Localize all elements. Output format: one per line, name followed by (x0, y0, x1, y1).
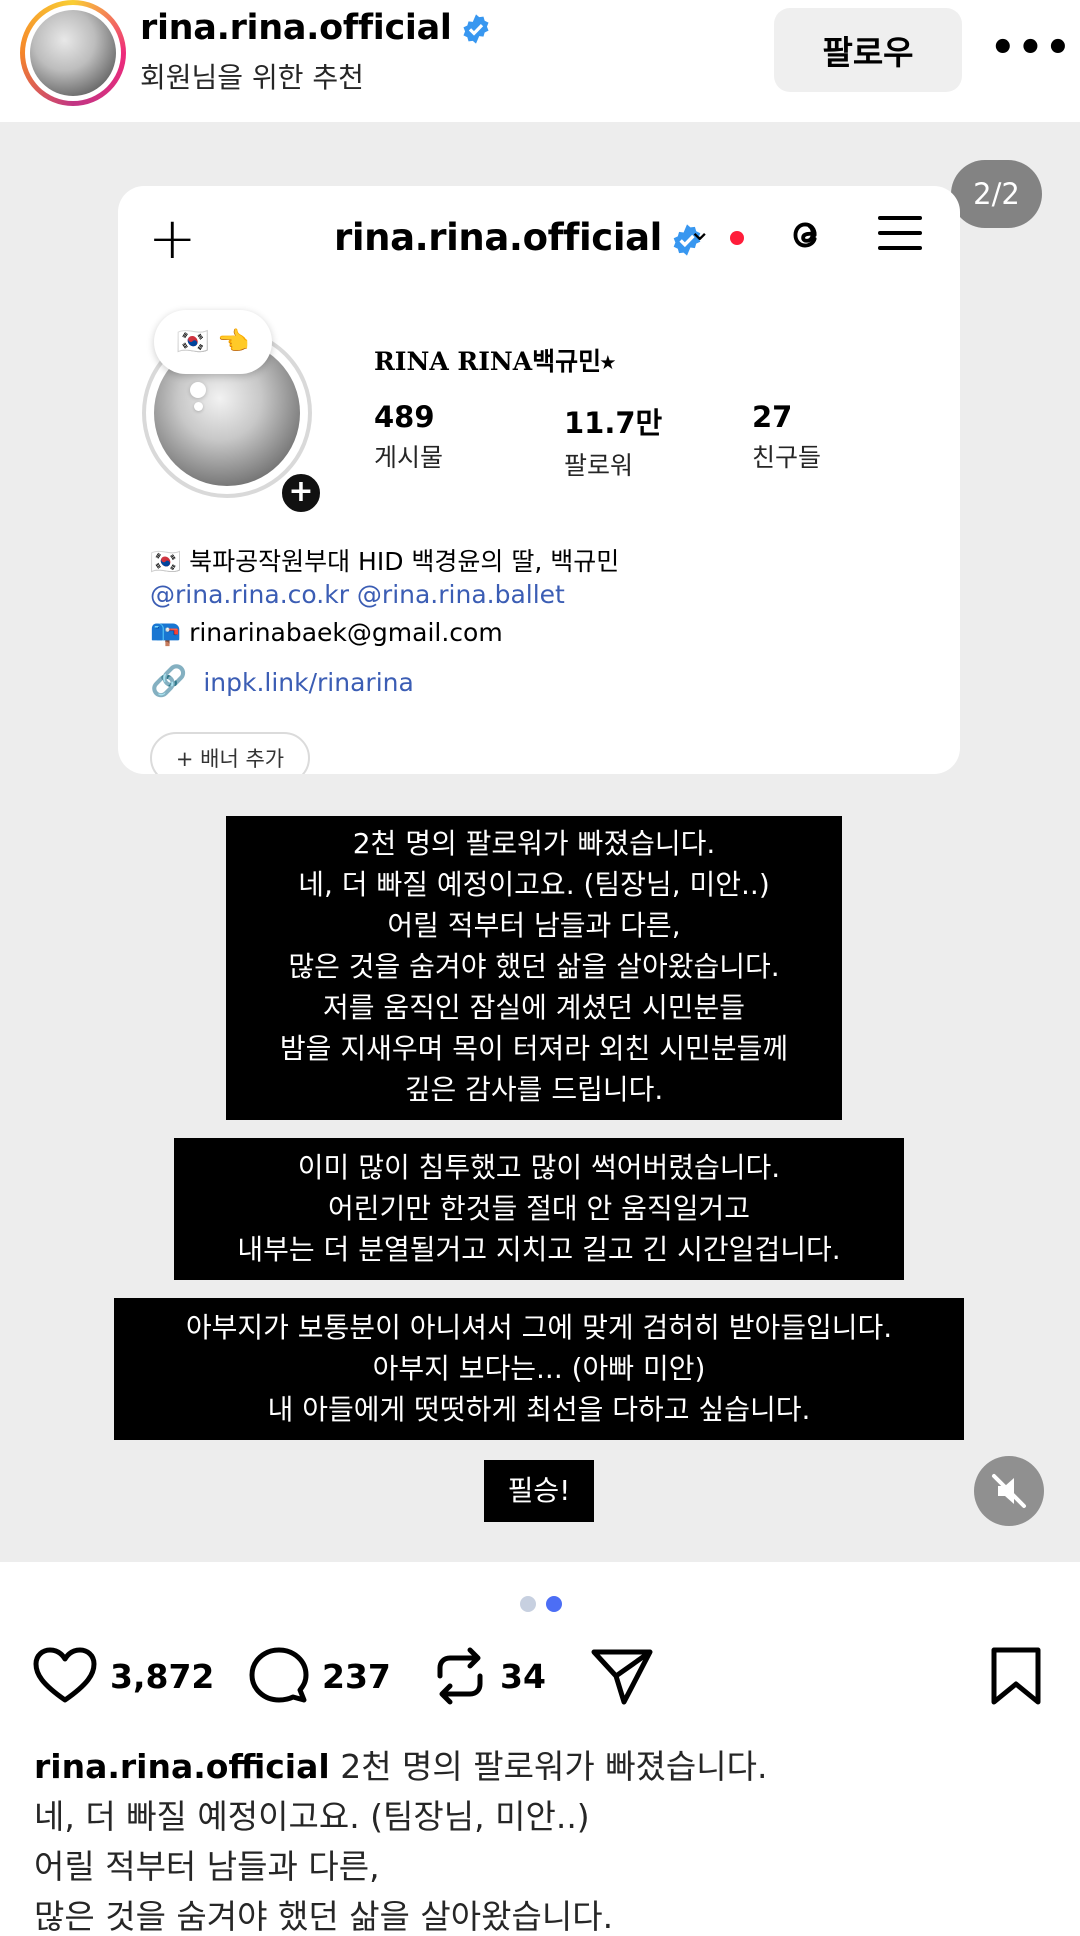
comment-count[interactable]: 237 (322, 1657, 391, 1696)
like-count[interactable]: 3,872 (110, 1657, 214, 1696)
stat-label: 친구들 (752, 443, 822, 472)
bio-mentions: @rina.rina.co.kr @rina.rina.ballet (150, 580, 565, 609)
repost-count[interactable]: 34 (500, 1657, 546, 1696)
carousel-dot (520, 1596, 536, 1612)
story-caption-line: 아부지 보다는... (아빠 미안) (372, 1352, 706, 1385)
notification-dot (730, 231, 744, 245)
threads-icon (793, 222, 817, 248)
author-username[interactable]: rina.rina.official (140, 8, 492, 48)
profile-note: 🇰🇷 👈 (154, 310, 272, 374)
bio-line: 🇰🇷 북파공작원부대 HID 백경윤의 딸, 백규민 (150, 547, 620, 576)
bio-link: 🔗 inpk.link/rinarina (150, 664, 414, 699)
story-caption-box: 아부지가 보통분이 아니셔서 그에 맞게 검허히 받아들입니다. 아부지 보다는… (114, 1298, 964, 1440)
bio-link-text: inpk.link/rinarina (203, 668, 414, 697)
story-caption-line: 네, 더 빠질 예정이고요. (팀장님, 미안..) (298, 868, 770, 901)
add-banner-button: + 배너 추가 (150, 732, 310, 774)
create-plus-icon: + (148, 204, 197, 272)
story-caption-line: 이미 많이 침투했고 많이 썩어버렸습니다. (297, 1151, 781, 1184)
story-caption-box: 이미 많이 침투했고 많이 썩어버렸습니다. 어린기만 한것들 절대 안 움직일… (174, 1138, 904, 1280)
more-options-icon[interactable]: ••• (990, 28, 1071, 68)
heart-icon[interactable] (32, 1646, 98, 1706)
comment-action: 237 (248, 1640, 391, 1712)
story-caption-line: 저를 움직인 잠실에 계셨던 시민분들 (322, 991, 745, 1024)
avatar-photo (30, 10, 116, 96)
stat-followers: 11.7만 팔로워 (564, 400, 662, 482)
caption-line: 많은 것을 숨겨야 했던 삶을 살아왔습니다. (34, 1897, 614, 1936)
stat-posts: 489 게시물 (374, 400, 443, 474)
author-avatar[interactable] (20, 0, 126, 106)
story-caption-line: 깊은 감사를 드립니다. (404, 1073, 664, 1106)
story-caption-line: 밤을 지새우며 목이 터져라 외친 시민분들께 (279, 1032, 789, 1065)
author-username-text[interactable]: rina.rina.official (140, 8, 452, 48)
story-caption-line: 아부지가 보통분이 아니셔서 그에 맞게 검허히 받아들입니다. (185, 1311, 893, 1344)
story-caption-box: 2천 명의 팔로워가 빠졌습니다. 네, 더 빠질 예정이고요. (팀장님, 미… (226, 816, 842, 1120)
stat-label: 게시물 (374, 443, 444, 472)
chevron-down-icon: ⌄ (688, 214, 712, 247)
stat-value: 489 (374, 400, 435, 434)
comment-icon[interactable] (248, 1646, 310, 1706)
stat-value: 27 (752, 400, 793, 434)
link-icon: 🔗 (150, 664, 188, 699)
story-caption-line: 내부는 더 분열될거고 지치고 길고 긴 시간일겁니다. (237, 1233, 841, 1266)
caption-username[interactable]: rina.rina.official (34, 1747, 330, 1786)
repost-action: 34 (432, 1640, 546, 1712)
profile-username-text: rina.rina.official (334, 216, 662, 259)
story-caption-line: 필승! (507, 1474, 571, 1507)
story-caption-line: 많은 것을 숨겨야 했던 삶을 살아왔습니다. (288, 950, 780, 983)
story-caption-line: 어린기만 한것들 절대 안 움직일거고 (327, 1192, 750, 1225)
save-action (990, 1640, 1042, 1712)
carousel-dot-active (546, 1596, 562, 1612)
note-bubble-tail-small (194, 402, 203, 411)
caption-line: 네, 더 빠질 예정이고요. (팀장님, 미안..) (34, 1797, 590, 1836)
follow-button[interactable]: 팔로우 (774, 8, 962, 92)
speaker-muted-icon (992, 1474, 1026, 1508)
profile-display-name: RINA RINA백규민⭑ (374, 347, 615, 376)
caption-line: rina.rina.official 2천 명의 팔로워가 빠졌습니다. (34, 1740, 767, 1788)
stat-label: 팔로워 (564, 451, 634, 480)
bio-email: 📪 rinarinabaek@gmail.com (150, 618, 503, 647)
caption-text: 2천 명의 팔로워가 빠졌습니다. (340, 1747, 768, 1786)
share-action (590, 1640, 654, 1712)
stat-value: 11.7만 (564, 406, 663, 440)
story-caption-line: 내 아들에게 떳떳하게 최선을 다하고 싶습니다. (267, 1393, 811, 1426)
mute-button[interactable] (974, 1456, 1044, 1526)
story-caption-line: 2천 명의 팔로워가 빠졌습니다. (352, 827, 716, 860)
verified-badge-icon (463, 14, 489, 44)
recommendation-label: 회원님을 위한 추천 (140, 61, 364, 94)
embedded-profile-card: + rina.rina.official ⌄ + 🇰🇷 👈 RINA RINA백… (118, 186, 960, 774)
caption-line: 어릴 적부터 남들과 다른, (34, 1847, 380, 1886)
like-action: 3,872 (32, 1640, 214, 1712)
stat-friends: 27 친구들 (752, 400, 821, 474)
add-story-icon: + (278, 470, 324, 516)
bookmark-icon[interactable] (990, 1646, 1042, 1706)
send-icon[interactable] (590, 1646, 654, 1706)
carousel-counter: 2/2 (951, 160, 1042, 228)
story-caption-box: 필승! (484, 1460, 594, 1522)
post-header: rina.rina.official 회원님을 위한 추천 팔로우 ••• (0, 0, 1080, 122)
profile-username: rina.rina.official (334, 216, 704, 259)
story-caption-line: 어릴 적부터 남들과 다른, (387, 909, 681, 942)
action-bar: 3,872 237 34 (0, 1640, 1080, 1712)
repost-icon[interactable] (432, 1646, 488, 1706)
menu-icon (878, 216, 922, 252)
note-bubble-tail (190, 382, 206, 398)
